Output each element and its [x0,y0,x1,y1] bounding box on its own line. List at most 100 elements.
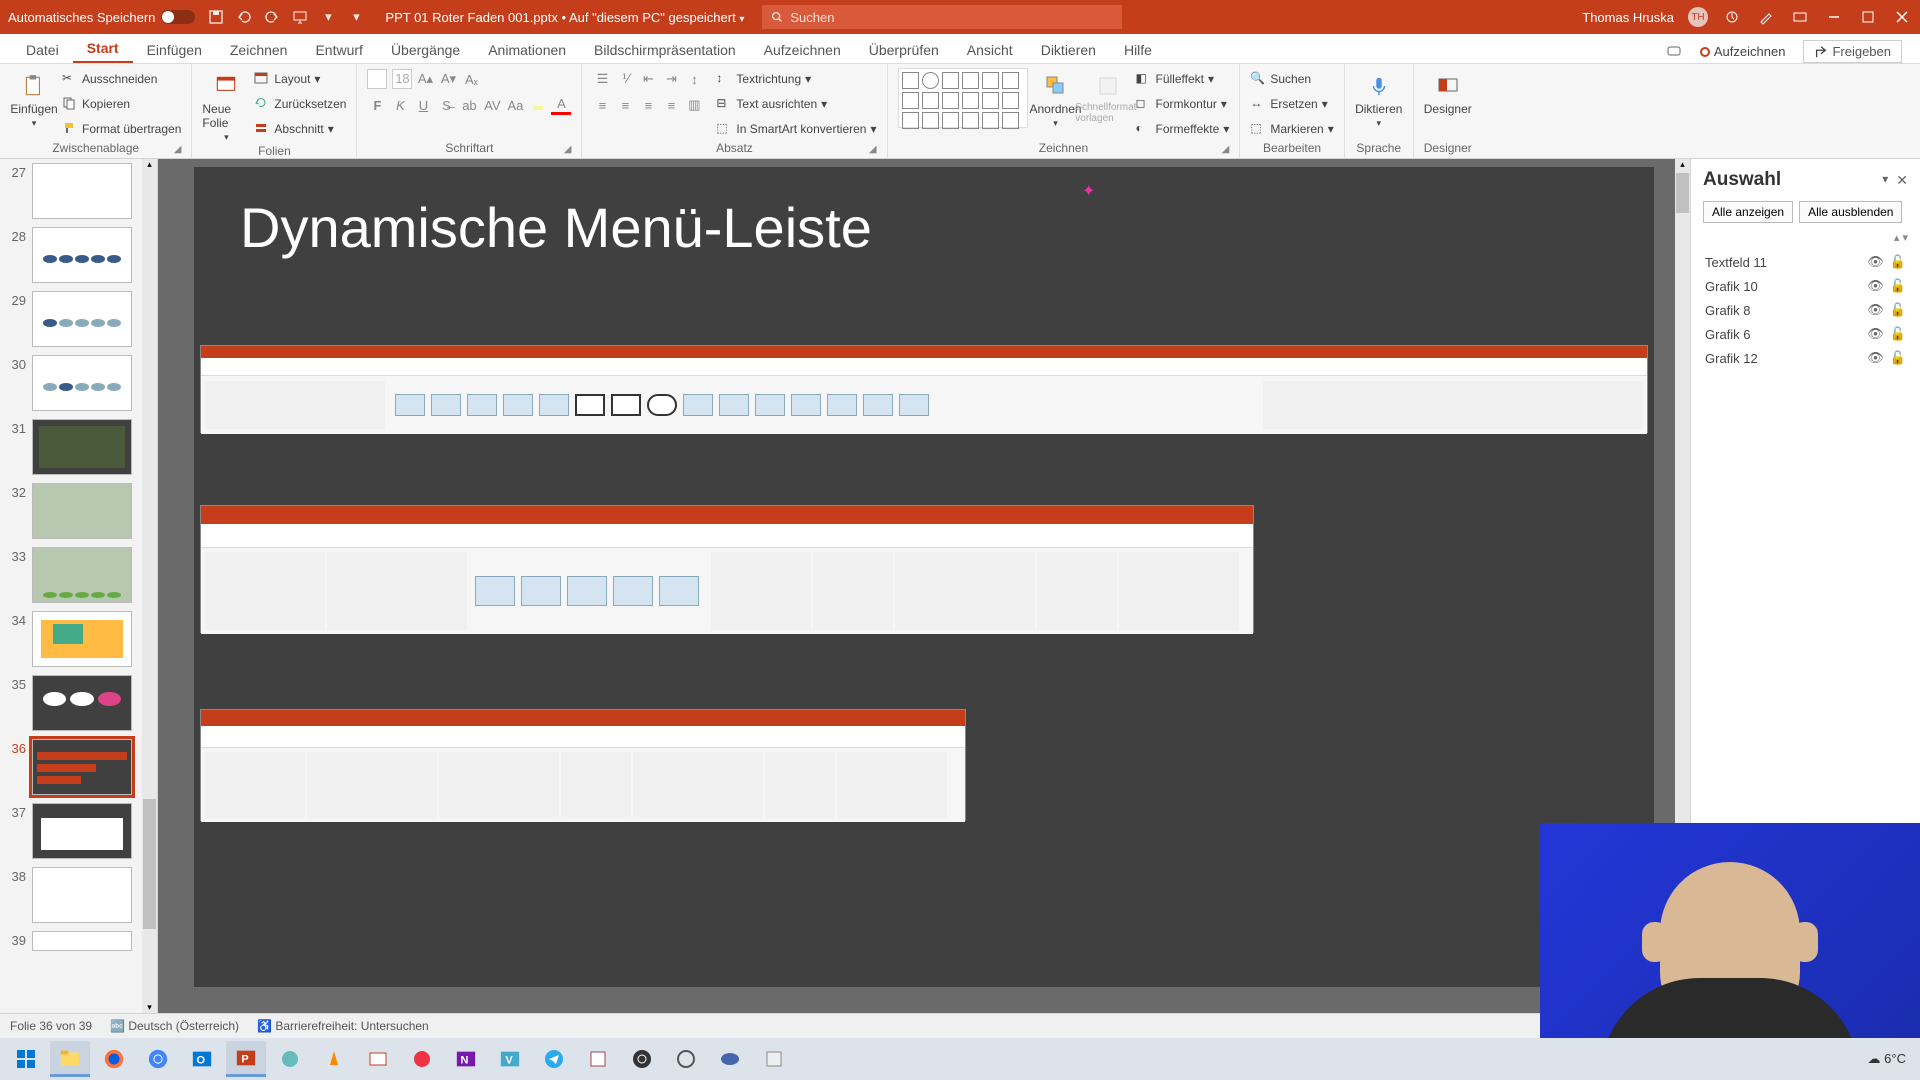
text-direction-button[interactable]: ↕Textrichtung ▾ [716,68,876,90]
clear-format-icon[interactable]: Aₓ [461,69,481,89]
onenote-icon[interactable]: N [446,1041,486,1077]
smartart-button[interactable]: ⬚In SmartArt konvertieren ▾ [716,118,876,140]
bullets-icon[interactable]: ☰ [592,69,612,89]
thumb-33[interactable] [32,547,132,603]
tab-bildschirm[interactable]: Bildschirmpräsentation [580,36,750,63]
align-right-icon[interactable]: ≡ [638,95,658,115]
undo-icon[interactable] [235,8,253,26]
underline-icon[interactable]: U [413,95,433,115]
indent-inc-icon[interactable]: ⇥ [661,69,681,89]
app-icon[interactable] [358,1041,398,1077]
record-button[interactable]: Aufzeichnen [1700,44,1786,59]
close-icon[interactable] [1892,7,1912,27]
line-spacing-icon[interactable]: ↕ [684,69,704,89]
show-all-button[interactable]: Alle anzeigen [1703,201,1793,223]
scroll-thumb[interactable] [1676,173,1689,213]
maximize-icon[interactable] [1858,7,1878,27]
app-icon[interactable] [666,1041,706,1077]
lock-icon[interactable]: 🔓 [1890,254,1906,270]
comments-icon[interactable] [1666,44,1682,60]
section-button[interactable]: Abschnitt ▾ [254,118,346,140]
decrease-font-icon[interactable]: A▾ [438,69,458,89]
selection-item[interactable]: Grafik 6👁🔓 [1703,322,1908,346]
bold-icon[interactable]: F [367,95,387,115]
app-icon[interactable] [270,1041,310,1077]
lock-icon[interactable]: 🔓 [1890,302,1906,318]
font-size-combo[interactable]: 18 [392,69,412,89]
launcher-icon[interactable]: ◢ [1222,144,1230,155]
user-avatar[interactable]: TH [1688,7,1708,27]
weather-widget[interactable]: ☁ 6°C [1868,1051,1906,1067]
outlook-icon[interactable]: O [182,1041,222,1077]
tab-zeichnen[interactable]: Zeichnen [216,36,302,63]
replace-button[interactable]: ↔Ersetzen ▾ [1250,93,1333,115]
thumb-31[interactable] [32,419,132,475]
language-indicator[interactable]: 🔤 Deutsch (Österreich) [110,1019,239,1033]
thumb-32[interactable] [32,483,132,539]
touch-icon[interactable]: ▾ [319,8,337,26]
shape-fill-button[interactable]: ◧Fülleffekt ▾ [1136,68,1230,90]
italic-icon[interactable]: K [390,95,410,115]
shape-outline-button[interactable]: ◻Formkontur ▾ [1136,93,1230,115]
chevron-down-icon[interactable]: ▾ [1882,172,1888,189]
thumb-27[interactable] [32,163,132,219]
layout-button[interactable]: Layout ▾ [254,68,346,90]
font-family-combo[interactable] [367,69,387,89]
arrange-button[interactable]: Anordnen▾ [1032,68,1080,129]
tab-entwurf[interactable]: Entwurf [301,36,376,63]
indent-dec-icon[interactable]: ⇤ [638,69,658,89]
thumb-28[interactable] [32,227,132,283]
new-slide-button[interactable]: Neue Folie▾ [202,68,250,143]
qat-more-icon[interactable]: ▾ [347,8,365,26]
thumb-34[interactable] [32,611,132,667]
strike-icon[interactable]: S̶ [436,95,456,115]
thumb-38[interactable] [32,867,132,923]
selection-item[interactable]: Grafik 12👁🔓 [1703,346,1908,370]
app-icon[interactable] [402,1041,442,1077]
slide[interactable]: Dynamische Menü-Leiste ✦ [194,167,1654,987]
cut-button[interactable]: ✂Ausschneiden [62,68,181,90]
slide-counter[interactable]: Folie 36 von 39 [10,1019,92,1033]
app-icon[interactable] [578,1041,618,1077]
thumb-36[interactable] [32,739,132,795]
scroll-down-icon[interactable]: ▾ [142,1002,157,1013]
accessibility-indicator[interactable]: ♿ Barrierefreiheit: Untersuchen [257,1019,429,1033]
launcher-icon[interactable]: ◢ [174,144,182,155]
tab-aufzeichnen[interactable]: Aufzeichnen [750,36,855,63]
thumbs-scrollbar[interactable]: ▴ ▾ [142,159,157,1013]
shapes-gallery[interactable] [898,68,1028,128]
eye-icon[interactable]: 👁 [1867,326,1884,342]
thumb-35[interactable] [32,675,132,731]
search-box[interactable]: Suchen [762,5,1122,29]
lock-icon[interactable]: 🔓 [1890,326,1906,342]
launcher-icon[interactable]: ◢ [869,144,877,155]
tab-einfuegen[interactable]: Einfügen [133,36,216,63]
highlight-icon[interactable] [528,95,548,115]
copy-button[interactable]: Kopieren [62,93,181,115]
eye-icon[interactable]: 👁 [1867,278,1884,294]
shape-effects-button[interactable]: ◐Formeffekte ▾ [1136,118,1230,140]
explorer-icon[interactable] [50,1041,90,1077]
increase-font-icon[interactable]: A▴ [415,69,435,89]
reorder-arrows[interactable]: ▴ ▾ [1703,231,1908,244]
eye-icon[interactable]: 👁 [1867,254,1884,270]
numbering-icon[interactable]: ⅟ [615,69,635,89]
align-center-icon[interactable]: ≡ [615,95,635,115]
thumb-39[interactable] [32,931,132,951]
ribbon-mode-icon[interactable] [1790,7,1810,27]
tab-ueberpruefen[interactable]: Überprüfen [855,36,953,63]
lock-icon[interactable]: 🔓 [1890,278,1906,294]
align-left-icon[interactable]: ≡ [592,95,612,115]
user-name[interactable]: Thomas Hruska [1582,10,1674,25]
quick-styles-button[interactable]: Schnellformat-vorlagen [1084,68,1132,124]
vlc-icon[interactable] [314,1041,354,1077]
slide-canvas-area[interactable]: Dynamische Menü-Leiste ✦ [158,159,1690,1013]
thumb-37[interactable] [32,803,132,859]
hide-all-button[interactable]: Alle ausblenden [1799,201,1902,223]
font-color-icon[interactable]: A [551,95,571,115]
chrome-icon[interactable] [138,1041,178,1077]
find-button[interactable]: 🔍Suchen [1250,68,1333,90]
slide-thumbnails[interactable]: 27 28 29 30 31 32 33 34 35 36 37 38 39 ▴… [0,159,158,1013]
launcher-icon[interactable]: ◢ [564,144,572,155]
columns-icon[interactable]: ▥ [684,95,704,115]
